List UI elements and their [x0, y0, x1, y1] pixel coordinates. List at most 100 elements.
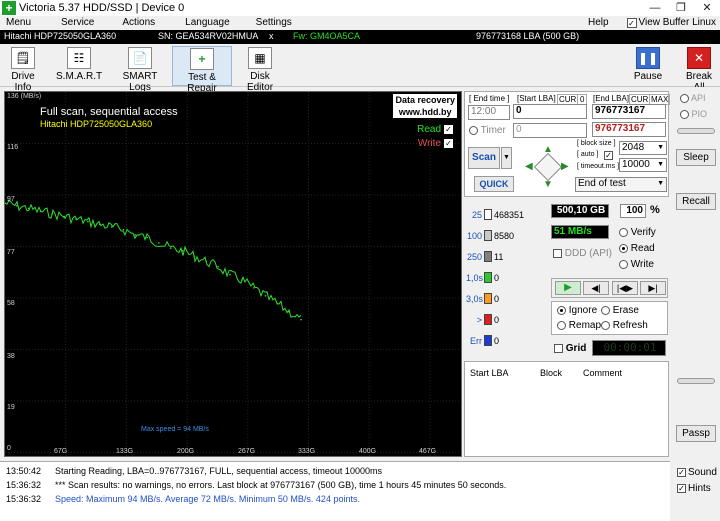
- scan-dropdown-icon[interactable]: ▼: [501, 147, 512, 169]
- menu-item-menu[interactable]: Menu: [0, 16, 37, 30]
- series-read-point: [27, 207, 30, 210]
- sleep-button[interactable]: Sleep: [676, 149, 716, 166]
- close-icon[interactable]: ✕: [694, 0, 720, 16]
- play-icon[interactable]: ▶: [555, 281, 581, 295]
- col-start-lba[interactable]: Start LBA: [470, 368, 509, 378]
- option-remap[interactable]: Remap: [557, 320, 601, 331]
- toolbar: 🗒 Drive Info ☷ S.M.A.R.T 📄 SMART Logs + …: [0, 44, 720, 94]
- title-bar: + Victoria 5.37 HDD/SSD | Device 0 — ❐ ✕: [0, 0, 720, 16]
- series-read-point: [276, 302, 279, 305]
- drive-close-button[interactable]: x: [269, 31, 274, 41]
- end-time-field[interactable]: 12:00: [468, 105, 510, 120]
- log-text: Starting Reading, LBA=0..976773167, FULL…: [55, 466, 382, 476]
- menu-item-help[interactable]: Help: [582, 16, 615, 30]
- maximize-icon[interactable]: ❐: [668, 0, 694, 16]
- position-gb: 500,10 GB: [551, 204, 609, 218]
- smart-logs-button[interactable]: 📄 SMART Logs: [112, 46, 168, 93]
- option-ignore[interactable]: Ignore: [557, 305, 597, 316]
- pause-button[interactable]: ❚❚ Pause: [632, 46, 664, 86]
- y-tick-label: 136 (MB/s): [7, 93, 42, 100]
- api-option[interactable]: API: [680, 93, 706, 104]
- action-options: Ignore Erase Remap Refresh: [551, 301, 668, 335]
- drive-model: Hitachi HDP725050GLA360: [4, 31, 117, 41]
- log-entry: 15:36:32 *** Scan results: no warnings, n…: [6, 479, 506, 492]
- series-read-point: [193, 255, 196, 257]
- series-read-point: [87, 220, 89, 223]
- auto-label: [ auto ]: [577, 151, 599, 158]
- block-timing-count: 0: [494, 315, 500, 325]
- sound-toggle[interactable]: ✓ Sound: [677, 467, 717, 478]
- drive-info-bar: Hitachi HDP725050GLA360 SN: GEA534RV02HM…: [0, 30, 720, 44]
- auto-checkbox[interactable]: ✓: [604, 151, 613, 160]
- arrow-up-icon[interactable]: ▲: [543, 144, 553, 155]
- drive-info-icon: 🗒: [11, 47, 35, 69]
- menu-item-service[interactable]: Service: [55, 16, 100, 30]
- speed-chart-svg: [5, 92, 461, 456]
- option-erase[interactable]: Erase: [601, 305, 639, 316]
- data-recovery-banner[interactable]: Data recovery www.hdd.by: [393, 94, 457, 118]
- drive-serial: SN: GEA534RV02HMUA: [158, 31, 259, 41]
- skip-back-icon[interactable]: |◀▶: [612, 281, 638, 295]
- menu-item-language[interactable]: Language: [179, 16, 236, 30]
- series-read-point: [300, 318, 302, 321]
- arrow-down-icon[interactable]: ▼: [543, 179, 553, 190]
- block-color-swatch: [484, 335, 492, 346]
- passp-button[interactable]: Passp: [676, 425, 716, 442]
- option-refresh[interactable]: Refresh: [601, 320, 648, 331]
- api-slider[interactable]: [677, 128, 715, 134]
- event-log: 13:50:42 Starting Reading, LBA=0..9767731…: [0, 461, 670, 521]
- drive-info-button[interactable]: 🗒 Drive Info: [2, 46, 44, 93]
- grid-toggle[interactable]: Grid: [554, 343, 586, 354]
- side-slider[interactable]: [677, 378, 715, 384]
- timer-field[interactable]: 0: [513, 123, 587, 138]
- skip-end-icon[interactable]: ▶|: [640, 281, 666, 295]
- window-title: Victoria 5.37 HDD/SSD | Device 0: [19, 2, 185, 14]
- block-timing-count: 11: [494, 252, 504, 262]
- mode-verify[interactable]: Verify: [619, 227, 656, 238]
- quick-button[interactable]: QUICK: [474, 176, 514, 192]
- minimize-icon[interactable]: —: [642, 0, 668, 16]
- block-timing-threshold: >: [476, 315, 482, 325]
- direction-pad[interactable]: ▲ ▼ ◀ ▶: [525, 144, 571, 190]
- ddd-api-toggle[interactable]: DDD (API): [553, 248, 612, 259]
- log-text: Speed: Maximum 94 MB/s. Average 72 MB/s.…: [55, 494, 360, 504]
- timer-toggle[interactable]: Timer: [469, 125, 506, 136]
- smart-logs-icon: 📄: [128, 47, 152, 69]
- col-block[interactable]: Block: [540, 368, 562, 378]
- hints-toggle[interactable]: ✓ Hints: [677, 483, 711, 494]
- series-read-point: [158, 242, 160, 244]
- smart-button[interactable]: ☷ S.M.A.R.T: [56, 46, 102, 86]
- end-of-test-select[interactable]: End of test ▼: [575, 177, 667, 192]
- arrow-left-icon[interactable]: ◀: [525, 161, 533, 172]
- write-checkbox[interactable]: ✓: [444, 139, 453, 148]
- arrow-right-icon[interactable]: ▶: [561, 161, 569, 172]
- start-lba-field[interactable]: 0: [513, 104, 587, 119]
- x-tick-label: 467G: [419, 448, 437, 455]
- write-toggle[interactable]: Write ✓: [418, 138, 453, 149]
- view-buffer-toggle[interactable]: ✓ View Buffer Linux: [626, 17, 716, 28]
- recall-button[interactable]: Recall: [676, 193, 716, 210]
- block-color-swatch: [484, 209, 492, 220]
- read-checkbox[interactable]: ✓: [444, 125, 453, 134]
- timeout-select[interactable]: 10000 ▼: [619, 158, 667, 172]
- menu-item-settings[interactable]: Settings: [250, 16, 298, 30]
- mode-read[interactable]: Read: [619, 243, 655, 254]
- series-read-point: [98, 223, 101, 226]
- mode-write[interactable]: Write: [619, 259, 654, 270]
- disk-editor-button[interactable]: ▦ Disk Editor: [236, 46, 284, 93]
- read-toggle[interactable]: Read ✓: [417, 124, 453, 135]
- series-read-point: [39, 210, 42, 212]
- scan-button[interactable]: Scan: [468, 147, 500, 169]
- scan-title: Full scan, sequential access: [40, 106, 178, 118]
- col-comment[interactable]: Comment: [583, 368, 622, 378]
- end-lba-field[interactable]: 976773167: [592, 104, 666, 119]
- pio-option[interactable]: PIO: [680, 109, 707, 120]
- step-back-icon[interactable]: ◀|: [583, 281, 609, 295]
- y-tick-label: 58: [7, 300, 15, 307]
- block-timing-count: 0: [494, 294, 500, 304]
- menu-item-actions[interactable]: Actions: [116, 16, 161, 30]
- view-buffer-checkbox[interactable]: ✓: [626, 17, 637, 28]
- test-repair-button[interactable]: + Test & Repair: [172, 46, 232, 94]
- block-size-select[interactable]: 2048 ▼: [619, 141, 667, 155]
- break-all-button[interactable]: ✕ Break All: [680, 46, 718, 93]
